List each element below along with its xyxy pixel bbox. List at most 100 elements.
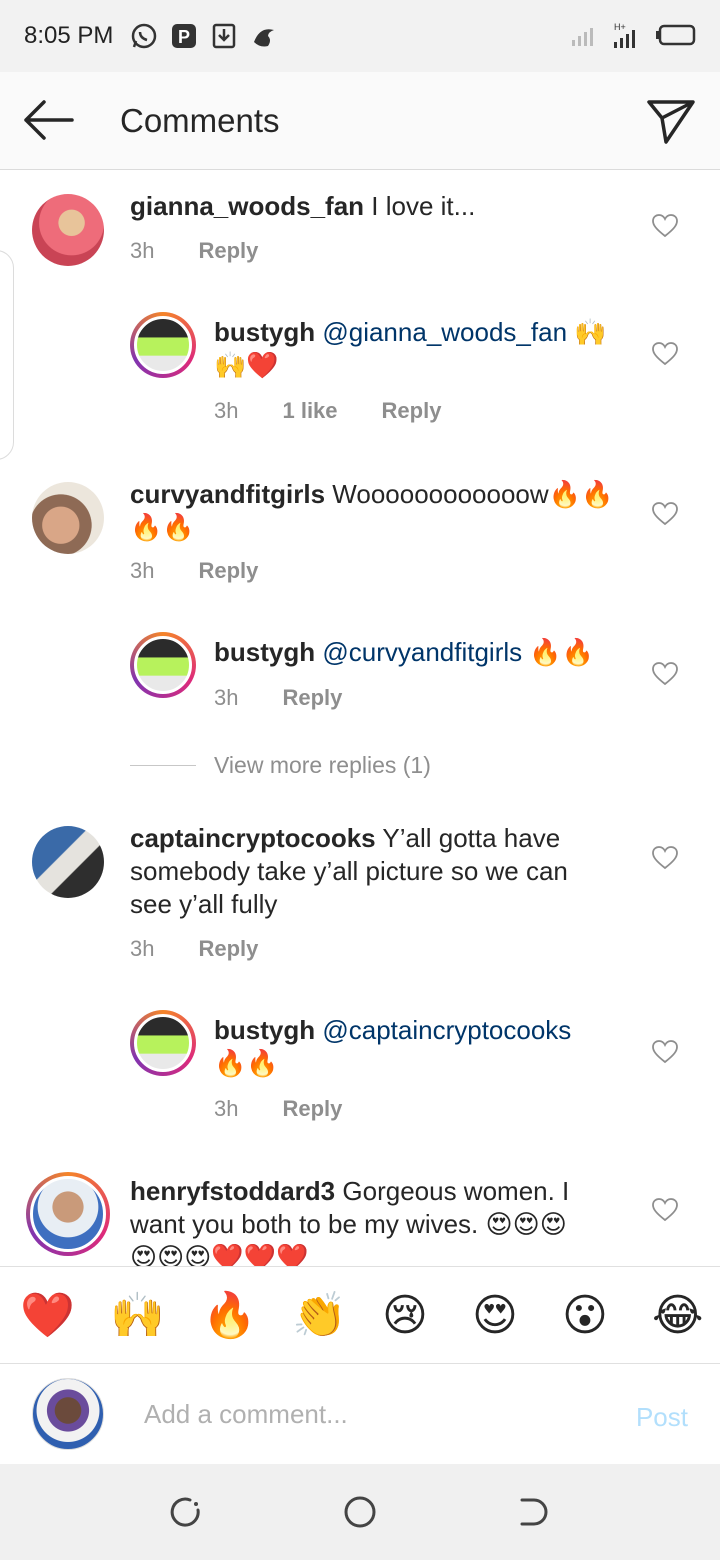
emoji-heart-button[interactable]: ❤️	[20, 1291, 75, 1341]
comment-meta: 3h Reply	[130, 238, 258, 264]
comment-reply: bustygh @gianna_woods_fan 🙌 🙌❤️ 3h 1 lik…	[0, 310, 720, 440]
system-icons: H+	[572, 22, 696, 48]
home-icon[interactable]	[342, 1494, 378, 1530]
reply-button[interactable]: Reply	[282, 1096, 342, 1122]
divider	[130, 765, 196, 766]
comment-time: 3h	[214, 1096, 239, 1121]
avatar[interactable]	[130, 632, 196, 698]
emoji-laughing-button[interactable]: 😂	[652, 1291, 703, 1341]
comment-text: 🙌	[574, 317, 607, 347]
comment-username[interactable]: bustygh	[214, 1015, 315, 1045]
reply-button[interactable]: Reply	[198, 936, 258, 962]
comment-text: 🔥🔥	[130, 512, 195, 542]
comment-mention[interactable]: @gianna_woods_fan	[322, 317, 567, 347]
avatar[interactable]	[26, 1172, 110, 1256]
avatar[interactable]	[32, 482, 104, 554]
whatsapp-icon	[131, 23, 157, 49]
like-heart-icon[interactable]	[652, 214, 678, 238]
recents-icon[interactable]	[168, 1494, 204, 1530]
avatar[interactable]	[130, 1010, 196, 1076]
view-more-replies-button[interactable]: View more replies (1)	[130, 752, 431, 779]
comment-username[interactable]: bustygh	[214, 637, 315, 667]
comment-text: I love it...	[371, 191, 476, 221]
comment-time: 3h	[214, 398, 239, 423]
post-button[interactable]: Post	[636, 1402, 688, 1433]
comment-meta: 3h Reply	[130, 936, 258, 962]
likes-count[interactable]: 1 like	[282, 398, 337, 424]
comment-text: Woooooooooooow🔥🔥	[332, 479, 614, 509]
comment-input[interactable]	[144, 1394, 584, 1434]
like-heart-icon[interactable]	[652, 1040, 678, 1064]
add-comment-bar: Post	[0, 1364, 720, 1464]
comment-item: gianna_woods_fan I love it... 3h Reply	[0, 170, 720, 280]
comment-mention[interactable]: @curvyandfitgirls	[322, 637, 522, 667]
back-icon[interactable]	[516, 1494, 552, 1530]
p-icon: P	[172, 24, 196, 48]
reply-button[interactable]: Reply	[198, 558, 258, 584]
reply-button[interactable]: Reply	[282, 685, 342, 711]
comment-item: curvyandfitgirls Woooooooooooow🔥🔥 🔥🔥 3h …	[0, 470, 720, 600]
comment-username[interactable]: gianna_woods_fan	[130, 191, 364, 221]
comment-time: 3h	[130, 238, 155, 263]
comment-text: 😍😍😍❤️❤️❤️	[130, 1242, 309, 1266]
comments-list[interactable]: gianna_woods_fan I love it... 3h Reply b…	[0, 170, 720, 1266]
emoji-raised-hands-button[interactable]: 🙌	[110, 1291, 165, 1341]
my-avatar	[32, 1378, 104, 1450]
comment-text: 🙌❤️	[214, 350, 279, 380]
view-more-replies-label: View more replies (1)	[214, 752, 431, 778]
comment-time: 3h	[130, 936, 155, 961]
comment-username[interactable]: curvyandfitgirls	[130, 479, 325, 509]
comment-text: want you both to be my wives. 😍😍😍	[130, 1209, 567, 1239]
hand-icon	[254, 29, 274, 47]
comment-username[interactable]: henryfstoddard3	[130, 1176, 335, 1206]
avatar[interactable]	[32, 826, 104, 898]
direct-send-icon[interactable]	[646, 96, 696, 146]
comment-username[interactable]: bustygh	[214, 317, 315, 347]
comment-text: Gorgeous women. I	[342, 1176, 570, 1206]
comment-mention[interactable]: @captaincryptocooks	[322, 1015, 571, 1045]
avatar[interactable]	[32, 194, 104, 266]
comment-time: 3h	[214, 685, 239, 710]
svg-text:P: P	[178, 27, 190, 47]
comment-username[interactable]: captaincryptocooks	[130, 823, 376, 853]
comments-header: Comments	[0, 72, 720, 170]
hplus-signal-icon: H+	[614, 22, 635, 48]
emoji-fire-button[interactable]: 🔥	[202, 1291, 257, 1341]
comment-text: somebody take y’all picture so we can	[130, 856, 568, 886]
comment-meta: 3h Reply	[214, 1096, 342, 1122]
comment-item: henryfstoddard3 Gorgeous women. I want y…	[0, 1170, 720, 1266]
emoji-heart-eyes-button[interactable]: 😍	[472, 1291, 518, 1341]
comment-text: see y’all fully	[130, 889, 278, 919]
navigation-bar	[0, 1464, 720, 1560]
quick-emoji-bar: ❤️ 🙌 🔥 👏 😢 😍 😮 😂	[0, 1266, 720, 1364]
signal-icon	[572, 28, 593, 46]
status-time: 8:05 PM	[24, 22, 114, 49]
comment-text: 🔥🔥	[529, 637, 595, 667]
back-arrow-icon[interactable]	[22, 98, 74, 142]
like-heart-icon[interactable]	[652, 662, 678, 686]
battery-icon	[656, 24, 696, 46]
emoji-surprised-button[interactable]: 😮	[562, 1291, 608, 1341]
comment-reply: bustygh @captaincryptocooks 🔥🔥 3h Reply	[0, 1008, 720, 1138]
page-title: Comments	[120, 102, 280, 139]
reply-button[interactable]: Reply	[198, 238, 258, 264]
emoji-crying-button[interactable]: 😢	[382, 1291, 428, 1341]
reply-button[interactable]: Reply	[382, 398, 442, 424]
svg-text:H+: H+	[614, 22, 626, 32]
emoji-clapping-button[interactable]: 👏	[292, 1291, 347, 1341]
comment-text: 🔥🔥	[214, 1048, 279, 1078]
like-heart-icon[interactable]	[652, 1198, 678, 1222]
like-heart-icon[interactable]	[652, 342, 678, 366]
like-heart-icon[interactable]	[652, 502, 678, 526]
comment-time: 3h	[130, 558, 155, 583]
download-icon	[212, 23, 236, 49]
comment-meta: 3h 1 like Reply	[214, 398, 441, 424]
comment-text: Y’all gotta have	[382, 823, 561, 853]
avatar[interactable]	[130, 312, 196, 378]
like-heart-icon[interactable]	[652, 846, 678, 870]
status-bar: 8:05 PM P H+	[0, 0, 720, 72]
comment-meta: 3h Reply	[214, 685, 342, 711]
notification-icons: P	[130, 22, 278, 50]
comment-item: captaincryptocooks Y’all gotta have some…	[0, 820, 720, 980]
comment-meta: 3h Reply	[130, 558, 258, 584]
